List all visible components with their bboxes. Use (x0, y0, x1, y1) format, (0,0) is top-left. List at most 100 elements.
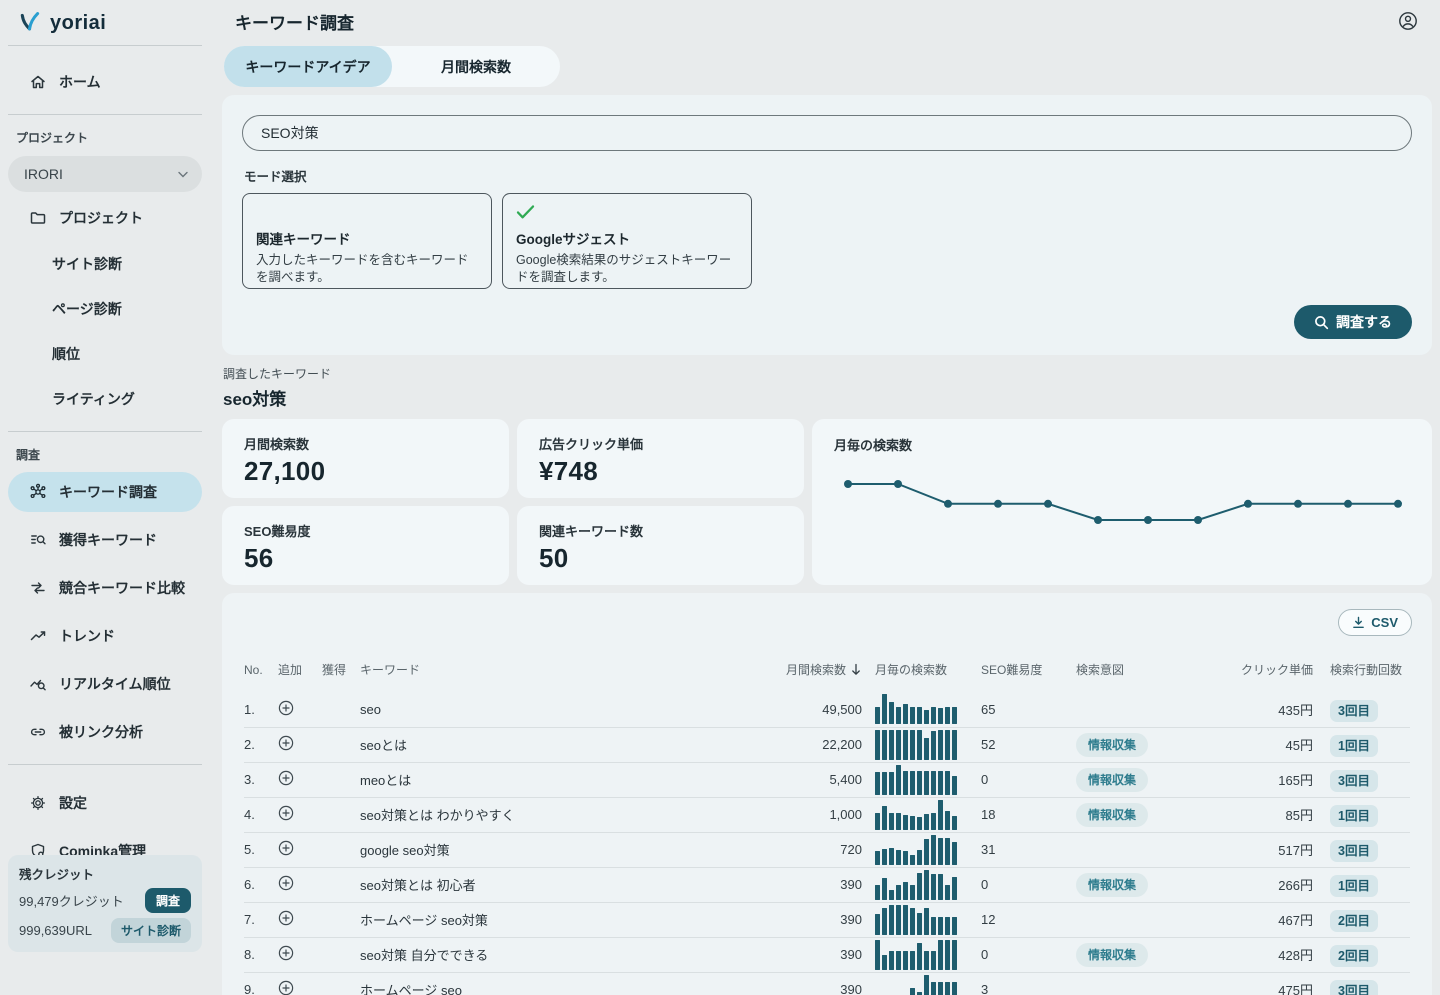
sidebar-item-trend[interactable]: トレンド (8, 616, 202, 656)
mini-bar (910, 855, 915, 865)
keyword-input[interactable] (242, 115, 1412, 151)
mini-bar (931, 835, 936, 865)
mini-bar (917, 913, 922, 935)
cpc-cell: 428円 (1218, 937, 1313, 972)
mode-card-google-suggest[interactable]: Googleサジェスト Google検索結果のサジェストキーワードを調査します。 (502, 193, 752, 289)
plus-circle-icon (278, 910, 294, 926)
mode-description: 入力したキーワードを含むキーワードを調べます。 (256, 252, 478, 286)
sidebar-item-backlink-analysis[interactable]: 被リンク分析 (8, 712, 202, 752)
monthly-search-mini-chart (875, 800, 968, 830)
cpc-cell: 435円 (1218, 692, 1313, 727)
add-keyword-button[interactable] (278, 770, 294, 786)
tab-keyword-ideas[interactable]: キーワードアイデア (224, 46, 392, 87)
behavior-badge: 3回目 (1330, 700, 1378, 722)
seo-difficulty-cell: 0 (968, 762, 1063, 797)
row-number: 2. (244, 727, 278, 762)
sidebar-item-label: 獲得キーワード (59, 530, 157, 550)
cpc-cell: 45円 (1218, 727, 1313, 762)
mode-card-related-keywords[interactable]: 関連キーワード 入力したキーワードを含むキーワードを調べます。 (242, 193, 492, 289)
behavior-badge: 2回目 (1330, 910, 1378, 932)
mini-bar (889, 848, 894, 865)
add-keyword-button[interactable] (278, 735, 294, 751)
mini-bar (931, 707, 936, 724)
sidebar-item-keyword-research[interactable]: キーワード調査 (8, 472, 202, 512)
mini-bar (952, 982, 957, 995)
mini-bar (903, 905, 908, 935)
col-no: No. (244, 661, 278, 692)
mini-bar (882, 730, 887, 760)
keyword-cell: seo (360, 692, 772, 727)
project-selector[interactable]: IRORI (8, 156, 202, 192)
main-content: キーワード調査 キーワードアイデア 月間検索数 モード選択 関連キーワード 入力… (210, 0, 1440, 995)
sidebar-item-rank[interactable]: 順位 (0, 331, 210, 376)
add-keyword-button[interactable] (278, 945, 294, 961)
search-behavior-cell: 1回目 (1313, 727, 1410, 762)
mini-bar (917, 771, 922, 795)
plus-circle-icon (278, 945, 294, 961)
monthly-volume-cell: 1,000 (772, 797, 862, 832)
csv-export-button[interactable]: CSV (1338, 609, 1412, 636)
col-seo-difficulty: SEO難易度 (968, 661, 1063, 692)
add-keyword-button[interactable] (278, 910, 294, 926)
sidebar-item-project[interactable]: プロジェクト (8, 198, 202, 238)
add-keyword-button[interactable] (278, 840, 294, 856)
mini-bar (896, 850, 901, 865)
col-keyword: キーワード (360, 661, 772, 692)
mini-bar (875, 940, 880, 970)
view-tabs: キーワードアイデア 月間検索数 (224, 46, 560, 87)
mini-bar (882, 806, 887, 830)
add-cell (278, 937, 322, 972)
mini-bar (910, 707, 915, 724)
sidebar-item-label: 順位 (52, 344, 80, 364)
sidebar-item-realtime-rank[interactable]: リアルタイム順位 (8, 664, 202, 704)
survey-submit-button[interactable]: 調査する (1294, 305, 1412, 339)
add-keyword-button[interactable] (278, 980, 294, 995)
mini-bar (875, 851, 880, 865)
credits-row-site: 999,639URL サイト診断 (19, 918, 191, 943)
add-keyword-button[interactable] (278, 805, 294, 821)
sidebar-item-acquired-keywords[interactable]: 獲得キーワード (8, 520, 202, 560)
brand-logo[interactable]: yoriai (0, 0, 210, 45)
sort-desc-icon (850, 663, 862, 676)
keyword-cell: meoとは (360, 762, 772, 797)
mode-title: Googleサジェスト (516, 228, 738, 248)
cpc-cell: 517円 (1218, 832, 1313, 867)
search-intent-cell: 情報収集 (1063, 762, 1218, 797)
mini-bar (910, 730, 915, 760)
mini-bar (903, 951, 908, 970)
sidebar-item-competitor-compare[interactable]: 競合キーワード比較 (8, 568, 202, 608)
project-section-label: プロジェクト (0, 115, 210, 152)
mini-bar (910, 885, 915, 900)
add-keyword-button[interactable] (278, 875, 294, 891)
table-row: 8.seo対策 自分でできる3900情報収集428円2回目 (244, 937, 1410, 972)
add-cell (278, 762, 322, 797)
topbar: キーワード調査 (222, 0, 1432, 42)
swap-arrows-icon (28, 579, 48, 597)
account-button[interactable] (1398, 11, 1418, 31)
keyword-cell: seo対策とは 初心者 (360, 867, 772, 902)
sidebar-item-settings[interactable]: 設定 (8, 783, 202, 823)
mini-bar (952, 877, 957, 900)
sidebar-item-writing[interactable]: ライティング (0, 376, 210, 421)
search-intent-cell (1063, 692, 1218, 727)
monthly-search-mini-chart (875, 905, 968, 935)
sidebar-item-label: 競合キーワード比較 (59, 578, 185, 598)
mini-bar (945, 885, 950, 900)
sidebar-item-page-diagnosis[interactable]: ページ診断 (0, 286, 210, 331)
tab-monthly-volume[interactable]: 月間検索数 (392, 46, 560, 87)
sidebar-item-site-diagnosis[interactable]: サイト診断 (0, 241, 210, 286)
add-keyword-button[interactable] (278, 700, 294, 716)
mini-bar (889, 905, 894, 935)
add-cell (278, 902, 322, 937)
intent-badge: 情報収集 (1076, 943, 1148, 967)
col-monthly-volume[interactable]: 月間検索数 (772, 661, 862, 692)
sidebar-item-label: トレンド (59, 626, 115, 646)
mini-bar (896, 730, 901, 760)
acquired-cell (322, 797, 360, 832)
sidebar-item-home[interactable]: ホーム (8, 62, 202, 102)
table-row: 3.meoとは5,4000情報収集165円3回目 (244, 762, 1410, 797)
mini-bar (875, 772, 880, 795)
mini-bar (882, 955, 887, 970)
plus-circle-icon (278, 805, 294, 821)
monthly-volume-cell: 720 (772, 832, 862, 867)
